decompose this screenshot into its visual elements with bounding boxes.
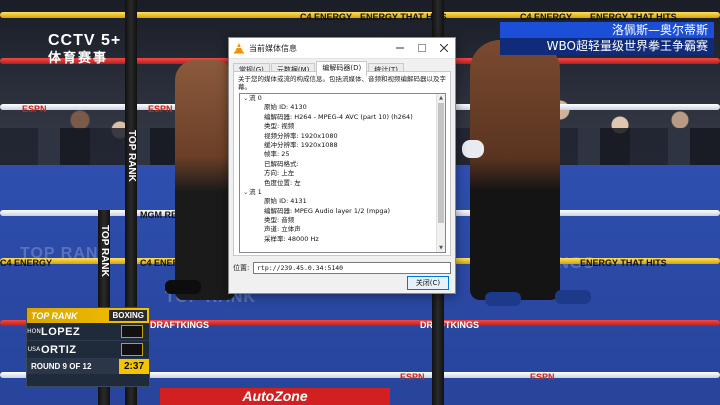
autozone-banner: AutoZone: [160, 388, 390, 405]
rope-ad-text: DRAFTKINGS: [420, 320, 479, 330]
channel-logo-text: CCTV 5+: [48, 32, 122, 49]
maximize-button[interactable]: [411, 38, 433, 58]
round-indicator: ROUND 9 OF 12: [31, 362, 92, 371]
tree-property-row: 已解码格式:: [264, 159, 299, 168]
stream-label: 流 1: [249, 187, 262, 196]
tab-codec[interactable]: 编解码器(D): [316, 61, 368, 76]
scrollbar-thumb[interactable]: [438, 103, 444, 223]
fighter-shoe: [485, 292, 521, 306]
dialog-title: 当前媒体信息: [249, 43, 297, 53]
tree-property-row: 原始 ID: 4131: [264, 197, 307, 206]
scorebug-footer: ROUND 9 OF 12 2:37: [27, 359, 149, 374]
location-label: 位置:: [233, 264, 250, 272]
rope-ad-text: C4 ENERGY: [300, 12, 353, 22]
tree-property-row: 视频分辨率: 1920x1080: [264, 131, 338, 140]
scorebug-brand: TOP RANK: [31, 310, 78, 321]
event-matchup: 洛佩斯—奥尔蒂斯: [500, 22, 714, 38]
codec-tree[interactable]: ⌄流 0 原始 ID: 4130 编解码器: H264 - MPEG-4 AVC…: [239, 93, 446, 253]
close-window-button[interactable]: [433, 38, 455, 58]
tree-property-row: 原始 ID: 4130: [264, 103, 307, 112]
tree-property-row: 类型: 视频: [264, 122, 295, 131]
location-row: 位置: rtp://239.45.0.34:5140: [233, 262, 451, 274]
tree-property-row: 色度位置: 左: [264, 178, 301, 187]
tree-property-row: 采样率: 48000 Hz: [264, 234, 319, 243]
tree-property-row: 缓冲分辨率: 1920x1088: [264, 140, 338, 149]
scroll-up-arrow-icon[interactable]: ▲: [437, 94, 445, 102]
scroll-down-arrow-icon[interactable]: ▼: [437, 244, 445, 252]
scorebug-fighter-row: HON LOPEZ: [27, 323, 149, 341]
close-button[interactable]: 关闭(C): [407, 276, 449, 290]
tree-property-row: 声道: 立体声: [264, 225, 301, 234]
tree-stream-row[interactable]: ⌄流 0: [240, 94, 436, 103]
rope-ad-text: ESPN: [22, 104, 47, 114]
tree-property-row: 方向: 上左: [264, 169, 295, 178]
tree-property-row: 编解码器: MPEG Audio layer 1/2 (mpga): [264, 206, 391, 215]
maximize-icon: [418, 44, 426, 52]
rope-ad-text: C4 ENERGY: [520, 12, 573, 22]
tree-property-row: 帧率: 25: [264, 150, 290, 159]
tree-scrollbar[interactable]: ▲ ▼: [436, 94, 445, 252]
fighter-score-box: [121, 343, 143, 356]
rope-ad-text: DRAFTKINGS: [150, 320, 209, 330]
channel-logo: CCTV 5+ 体育赛事: [48, 32, 138, 72]
vlc-cone-icon: [234, 43, 244, 54]
scorebug-sport: BOXING: [109, 310, 147, 321]
media-info-dialog: 当前媒体信息 常规(G) 元数据(M) 编解码器(D) 统计(T) 关于您的媒体…: [228, 37, 456, 294]
corner-pad-label: TOP RANK: [99, 225, 110, 277]
fighter-ortiz: [470, 40, 560, 300]
rope-ad-text: ESPN: [400, 372, 425, 382]
scorebug-header: TOP RANK BOXING: [27, 308, 149, 323]
channel-subtitle: 体育赛事: [48, 51, 109, 66]
tree-stream-row[interactable]: ⌄流 1: [240, 188, 436, 197]
fighter-score-box: [121, 325, 143, 338]
event-title: WBO超轻量级世界拳王争霸赛: [500, 38, 714, 55]
stream-label: 流 0: [249, 94, 262, 102]
tree-property-row: 编解码器: H264 - MPEG-4 AVC (part 10) (h264): [264, 112, 413, 121]
minimize-button[interactable]: [389, 38, 411, 58]
fighter-name: LOPEZ: [41, 325, 81, 338]
minimize-icon: [396, 47, 404, 49]
rope-ad-text: ESPN: [530, 372, 555, 382]
fighter-shoe: [555, 290, 591, 304]
corner-pad-label: TOP RANK: [126, 130, 137, 182]
country-flag: USA: [27, 346, 41, 353]
close-icon: [440, 44, 448, 52]
rope-ad-text: ESPN: [148, 104, 173, 114]
fighter-lopez: [175, 60, 235, 300]
round-clock: 2:37: [118, 359, 149, 374]
scorebug-fighter-row: USA ORTIZ: [27, 341, 149, 359]
scorebug: TOP RANK BOXING HON LOPEZ USA ORTIZ ROUN…: [26, 307, 150, 387]
boxing-glove: [462, 140, 484, 158]
rope-ad-text: C4 ENERGY: [0, 258, 53, 268]
location-field[interactable]: rtp://239.45.0.34:5140: [253, 262, 451, 274]
fighter-shoe: [165, 280, 201, 294]
codec-panel: 关于您的媒体或流的构成信息。包括流媒体、音频和视频编解码器以及字幕。 ⌄流 0 …: [233, 71, 451, 256]
event-title-banner: 洛佩斯—奥尔蒂斯 WBO超轻量级世界拳王争霸赛: [500, 22, 714, 55]
dialog-titlebar[interactable]: 当前媒体信息: [229, 38, 455, 59]
rope-ad-text: ENERGY THAT HITS: [590, 12, 677, 22]
fighter-name: ORTIZ: [41, 343, 77, 356]
country-flag: HON: [27, 328, 41, 335]
rope-ad-text: ENERGY THAT HITS: [580, 258, 667, 268]
